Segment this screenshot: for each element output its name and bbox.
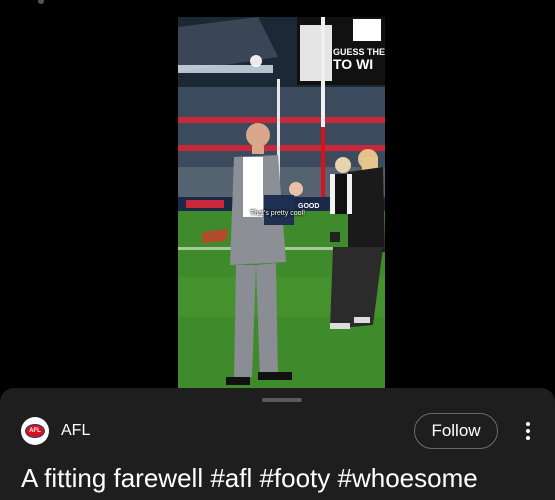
more-vert-icon[interactable]	[520, 419, 536, 443]
more-dot	[526, 436, 530, 440]
follow-button[interactable]: Follow	[414, 413, 498, 449]
video-frame: GUESS THE CRO TO WI GOOD	[178, 17, 385, 388]
video-player[interactable]: GUESS THE CRO TO WI GOOD	[178, 17, 385, 388]
bottom-sheet: AFL AFL Follow A fitting farewell #afl #…	[0, 388, 555, 500]
afl-logo-icon: AFL	[25, 424, 45, 438]
channel-avatar[interactable]: AFL	[21, 417, 49, 445]
more-dot	[526, 429, 530, 433]
channel-name[interactable]: AFL	[61, 422, 90, 440]
video-caption: That's pretty cool!	[250, 210, 306, 217]
more-dot	[526, 422, 530, 426]
post-title: A fitting farewell #afl #footy #whoesome	[21, 463, 478, 493]
board-text: GOOD	[298, 203, 319, 210]
status-indicator	[38, 0, 44, 4]
screen-text-2: TO WI	[333, 56, 373, 72]
sheet-drag-handle[interactable]	[262, 398, 302, 402]
